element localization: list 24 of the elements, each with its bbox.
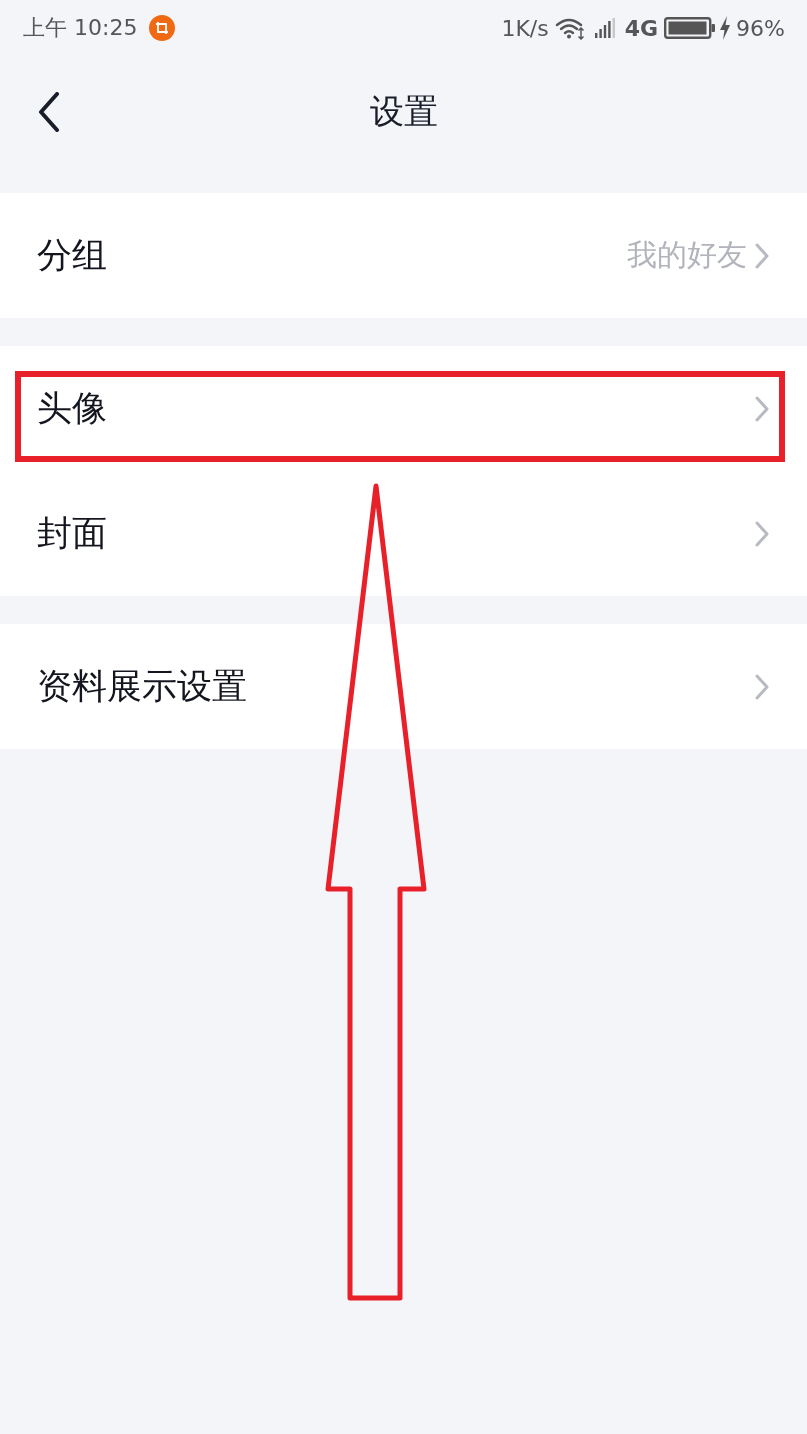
- settings-row[interactable]: 分组 我的好友: [0, 193, 807, 318]
- charging-bolt-icon: [720, 16, 731, 40]
- chevron-right-icon: [755, 673, 769, 700]
- chevron-right-icon: [755, 242, 769, 269]
- network-speed: 1K/s: [501, 15, 549, 41]
- battery-icon: [664, 17, 717, 39]
- row-label: 分组: [37, 234, 107, 277]
- status-time: 上午 10:25: [23, 14, 138, 42]
- row-label: 头像: [37, 387, 107, 430]
- row-label: 封面: [37, 512, 107, 555]
- row-label: 资料展示设置: [37, 665, 247, 708]
- settings-row[interactable]: 资料展示设置: [0, 624, 807, 749]
- chevron-right-icon: [755, 520, 769, 547]
- settings-row[interactable]: 封面: [0, 471, 807, 596]
- chevron-left-icon: [38, 92, 60, 132]
- network-type: 4G: [624, 15, 659, 41]
- chevron-right-icon: [755, 395, 769, 422]
- battery-percent: 96%: [736, 15, 785, 41]
- row-value: 我的好友: [627, 236, 747, 274]
- crop-icon: [149, 15, 176, 41]
- page-title: 设置: [369, 90, 438, 133]
- wifi-icon: [554, 16, 585, 40]
- back-button[interactable]: [38, 92, 60, 132]
- signal-icon: [594, 18, 615, 38]
